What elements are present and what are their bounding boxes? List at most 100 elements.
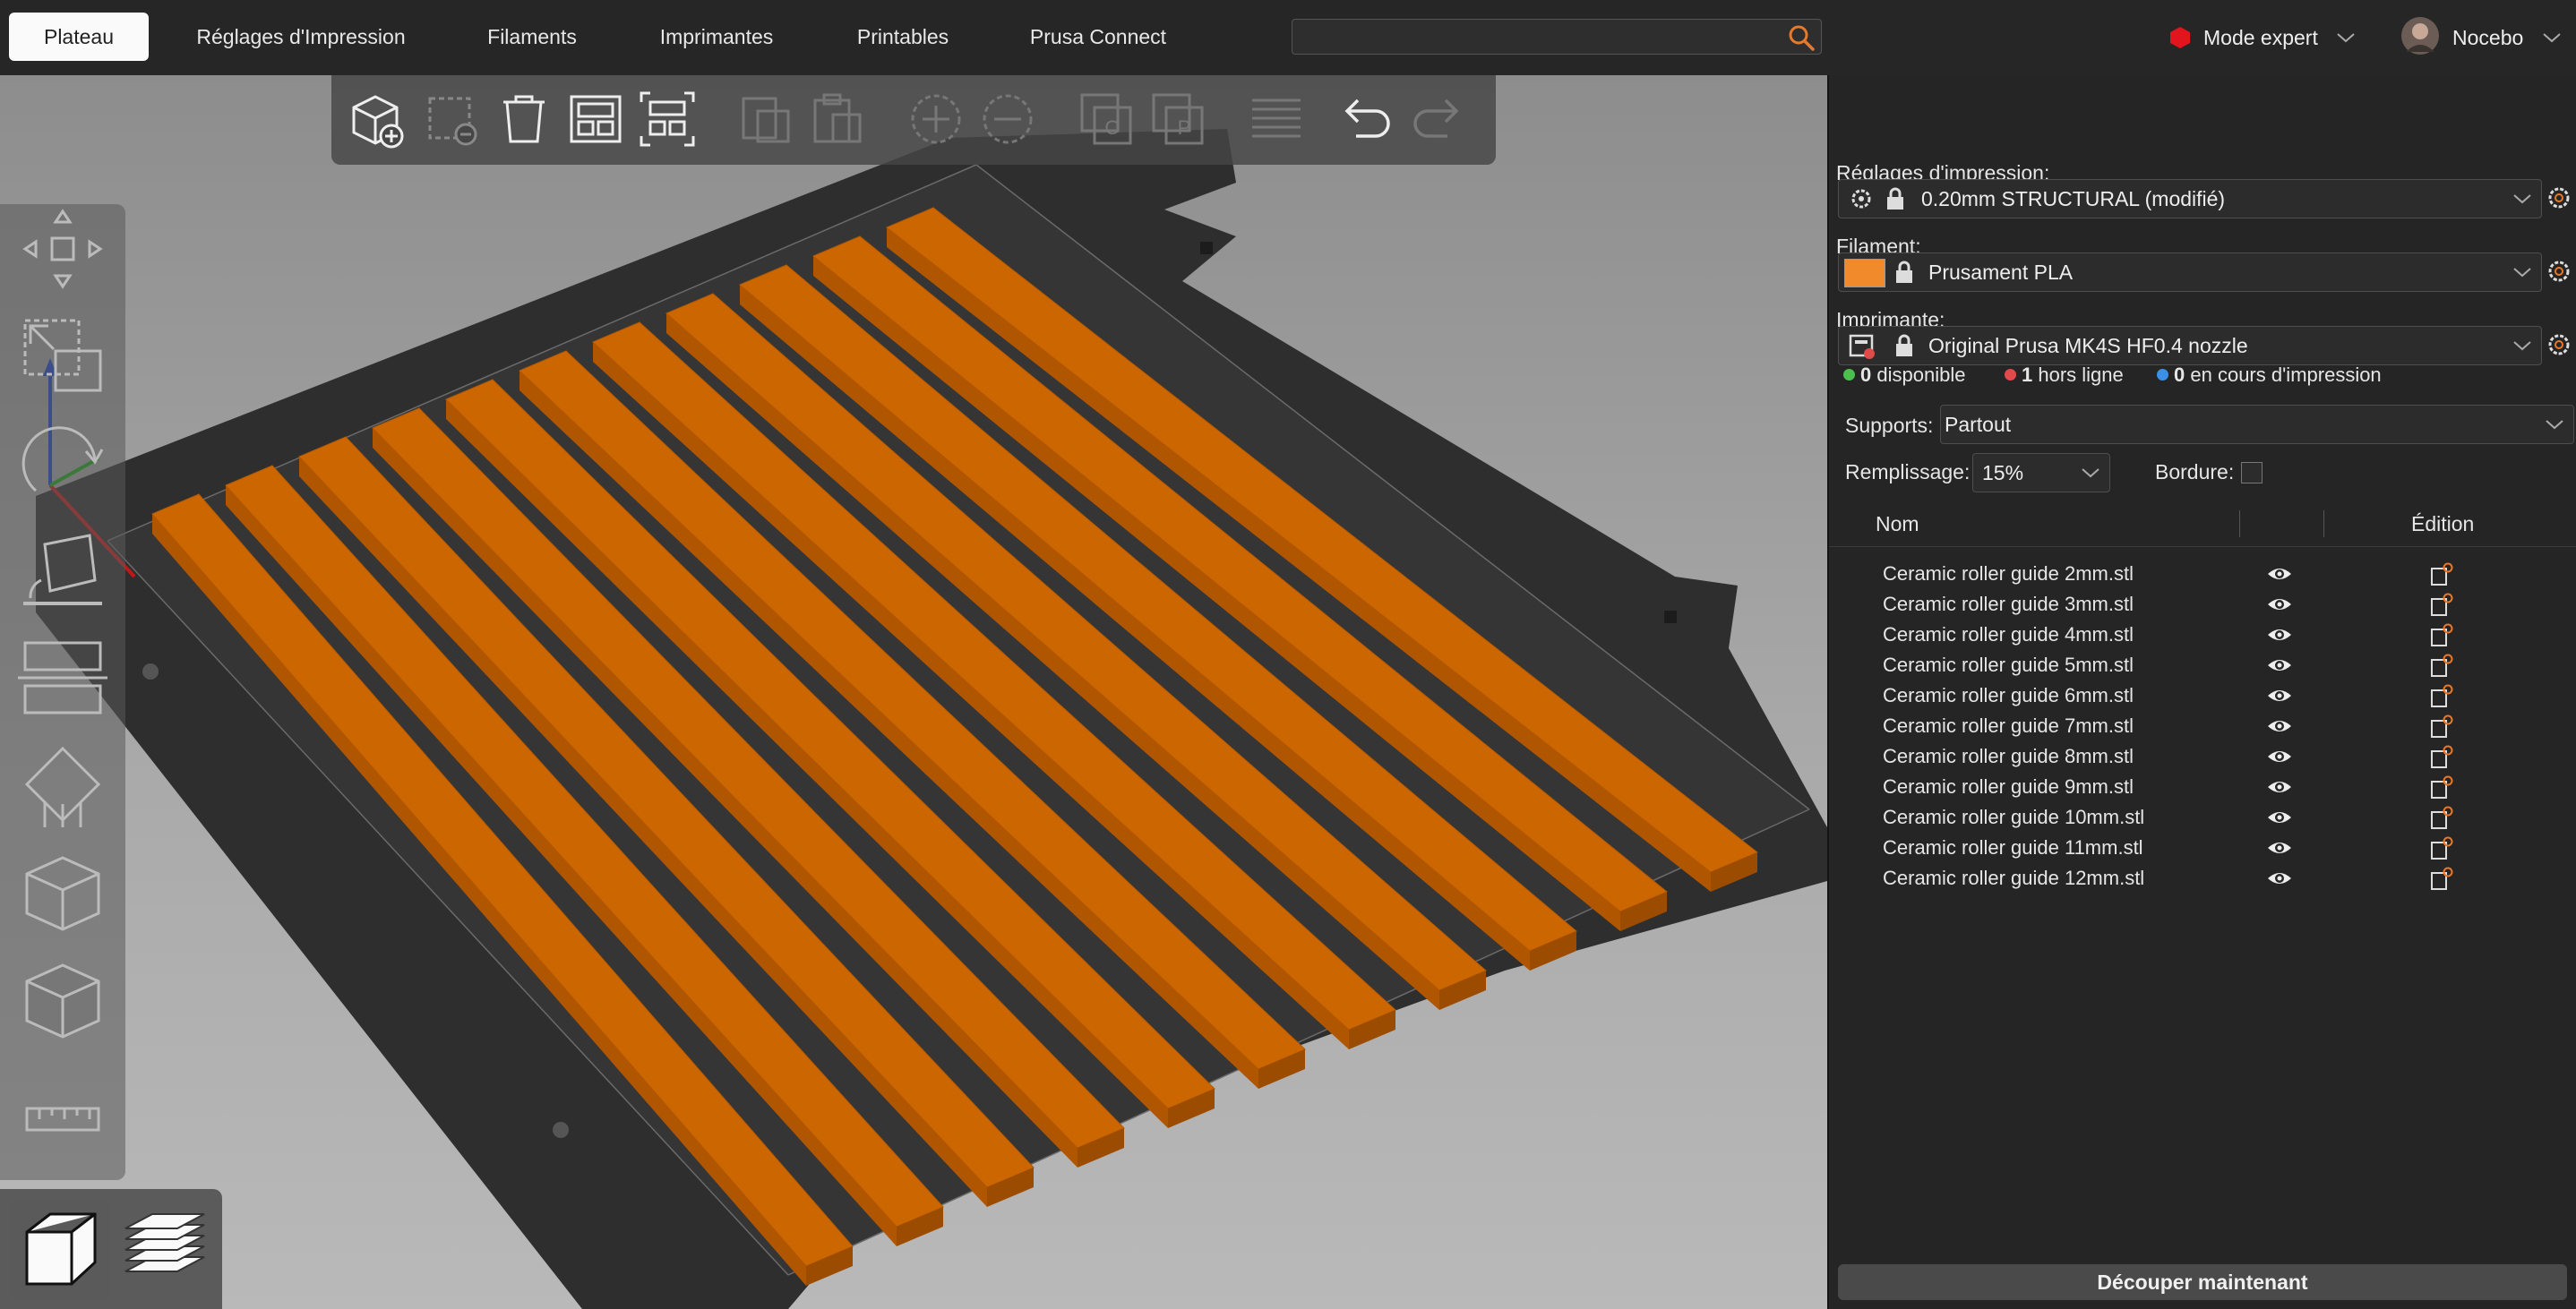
cut-icon[interactable] xyxy=(18,634,107,723)
eye-icon[interactable] xyxy=(2266,563,2293,585)
list-item[interactable]: Ceramic roller guide 7mm.stl xyxy=(1829,711,2576,741)
eye-icon[interactable] xyxy=(2266,868,2293,889)
paste-icon[interactable] xyxy=(806,88,869,150)
list-item[interactable]: Ceramic roller guide 8mm.stl xyxy=(1829,741,2576,772)
redo-icon[interactable] xyxy=(1406,88,1469,150)
col-name[interactable]: Nom xyxy=(1876,501,1919,546)
tab-filaments[interactable]: Filaments xyxy=(466,13,598,61)
top-toolbar: O P xyxy=(331,75,1496,165)
infill-combo[interactable]: 15% xyxy=(1972,453,2110,492)
search-box[interactable] xyxy=(1292,19,1822,55)
eye-icon[interactable] xyxy=(2266,654,2293,676)
print-settings-combo[interactable]: 0.20mm STRUCTURAL (modifié) xyxy=(1838,179,2542,218)
supports-label: Supports: xyxy=(1845,414,1934,437)
delete-all-icon[interactable] xyxy=(493,88,555,150)
arrange-icon[interactable] xyxy=(564,88,627,150)
edit-icon[interactable] xyxy=(2429,622,2454,647)
rotate-icon[interactable] xyxy=(18,419,107,509)
search-icon[interactable] xyxy=(1787,23,1816,52)
list-item[interactable]: Ceramic roller guide 3mm.stl xyxy=(1829,589,2576,620)
remove-instance-icon[interactable] xyxy=(976,88,1039,150)
filament-value: Prusament PLA xyxy=(1928,261,2074,284)
paint-supports-icon[interactable] xyxy=(18,741,107,831)
tab-plateau[interactable]: Plateau xyxy=(9,13,149,61)
edit-icon[interactable] xyxy=(2429,774,2454,800)
arrange-selection-icon[interactable] xyxy=(636,88,699,150)
object-name: Ceramic roller guide 6mm.stl xyxy=(1883,684,2134,706)
add-instance-icon[interactable] xyxy=(905,88,967,150)
eye-icon[interactable] xyxy=(2266,594,2293,615)
tab-printers[interactable]: Imprimantes xyxy=(641,13,792,61)
eye-icon[interactable] xyxy=(2266,685,2293,706)
filament-color-swatch[interactable] xyxy=(1844,259,1885,287)
user-menu[interactable]: Nocebo xyxy=(2400,14,2562,61)
split-parts-icon[interactable]: P xyxy=(1146,88,1209,150)
edit-icon[interactable] xyxy=(2429,805,2454,830)
split-objects-icon[interactable]: O xyxy=(1075,88,1138,150)
list-item[interactable]: Ceramic roller guide 6mm.stl xyxy=(1829,680,2576,711)
delete-icon[interactable] xyxy=(421,88,484,150)
list-item[interactable]: Ceramic roller guide 2mm.stl xyxy=(1829,559,2576,589)
printer-icon xyxy=(1849,334,1875,359)
edit-icon[interactable] xyxy=(2429,744,2454,769)
eye-icon[interactable] xyxy=(2266,807,2293,828)
undo-icon[interactable] xyxy=(1335,88,1397,150)
supports-combo[interactable]: Partout xyxy=(1940,405,2574,444)
status-dot-blue xyxy=(2157,369,2168,381)
3d-view-icon[interactable] xyxy=(9,1200,109,1300)
mode-selector[interactable]: Mode expert xyxy=(2168,18,2356,57)
slice-now-button[interactable]: Découper maintenant xyxy=(1838,1264,2567,1300)
search-input[interactable] xyxy=(1300,23,1787,52)
eye-icon[interactable] xyxy=(2266,624,2293,646)
layers-editing-icon[interactable] xyxy=(1245,88,1308,150)
preview-layers-icon[interactable] xyxy=(115,1200,215,1300)
scale-icon[interactable] xyxy=(18,312,107,401)
brim-label: Bordure: xyxy=(2155,460,2235,483)
mmu-painting-icon[interactable] xyxy=(18,956,107,1046)
eye-icon[interactable] xyxy=(2266,837,2293,859)
edit-icon[interactable] xyxy=(2429,714,2454,739)
place-on-face-icon[interactable] xyxy=(18,526,107,616)
lock-icon xyxy=(1896,261,1912,283)
print-bed-scene[interactable] xyxy=(0,75,1827,1309)
chevron-down-icon xyxy=(2513,194,2531,204)
tab-prusa-connect[interactable]: Prusa Connect xyxy=(1009,13,1188,61)
filament-gear-icon[interactable] xyxy=(2546,258,2572,285)
copy-icon[interactable] xyxy=(734,88,797,150)
printer-gear-icon[interactable] xyxy=(2546,331,2572,358)
printer-value: Original Prusa MK4S HF0.4 nozzle xyxy=(1928,334,2248,357)
edit-icon[interactable] xyxy=(2429,653,2454,678)
list-item[interactable]: Ceramic roller guide 4mm.stl xyxy=(1829,620,2576,650)
object-list-header: Nom Édition xyxy=(1829,501,2576,547)
list-item[interactable]: Ceramic roller guide 5mm.stl xyxy=(1829,650,2576,680)
eye-icon[interactable] xyxy=(2266,776,2293,798)
brim-checkbox[interactable] xyxy=(2241,462,2263,483)
edit-icon[interactable] xyxy=(2429,866,2454,891)
lock-icon xyxy=(1887,187,1903,210)
edit-icon[interactable] xyxy=(2429,561,2454,586)
eye-icon[interactable] xyxy=(2266,715,2293,737)
list-item[interactable]: Ceramic roller guide 9mm.stl xyxy=(1829,772,2576,802)
eye-icon[interactable] xyxy=(2266,746,2293,767)
measure-icon[interactable] xyxy=(18,1073,107,1162)
print-settings-gear-icon[interactable] xyxy=(2546,184,2572,211)
seam-painting-icon[interactable] xyxy=(18,849,107,938)
tab-print-settings[interactable]: Réglages d'Impression xyxy=(179,13,423,61)
svg-text:P: P xyxy=(1178,116,1191,139)
tab-printables[interactable]: Printables xyxy=(837,13,969,61)
chevron-down-icon xyxy=(2337,33,2355,43)
list-item[interactable]: Ceramic roller guide 12mm.stl xyxy=(1829,863,2576,894)
edit-icon[interactable] xyxy=(2429,592,2454,617)
edit-icon[interactable] xyxy=(2429,835,2454,860)
printer-combo[interactable]: Original Prusa MK4S HF0.4 nozzle xyxy=(1838,326,2542,365)
3d-viewport[interactable]: O P xyxy=(0,75,1827,1309)
edit-icon[interactable] xyxy=(2429,683,2454,708)
list-item[interactable]: Ceramic roller guide 10mm.stl xyxy=(1829,802,2576,833)
move-icon[interactable] xyxy=(18,204,107,294)
chevron-down-icon xyxy=(2543,33,2561,43)
object-name: Ceramic roller guide 8mm.stl xyxy=(1883,745,2134,767)
col-edit[interactable]: Édition xyxy=(2411,501,2474,546)
filament-combo[interactable]: Prusament PLA xyxy=(1838,252,2542,292)
list-item[interactable]: Ceramic roller guide 11mm.stl xyxy=(1829,833,2576,863)
add-icon[interactable] xyxy=(345,88,408,150)
